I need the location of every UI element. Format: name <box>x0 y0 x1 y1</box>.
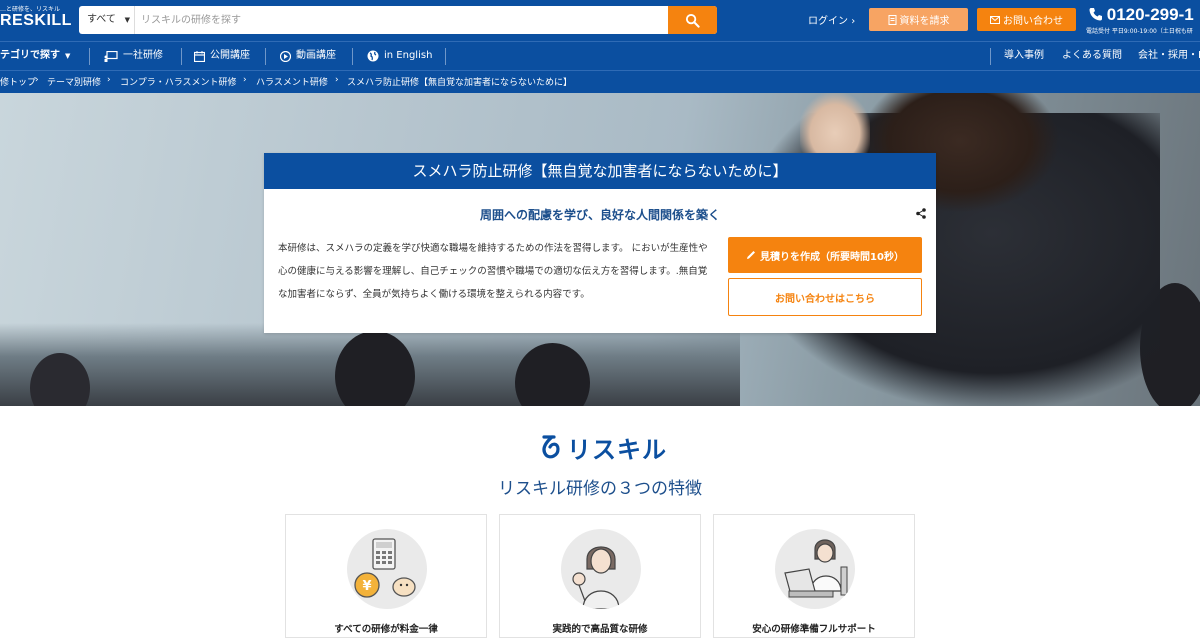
nav-english-label: in English <box>384 50 433 61</box>
top-header: …と研修を、リスキル RESKILL すべて ▼ ログイン › 資料を請求 <box>0 0 1200 41</box>
course-card: スメハラ防止研修【無自覚な加害者にならないために】 周囲への配慮を学び、良好な人… <box>264 153 936 333</box>
phone-hours: 電話受付 平日9:00-19:00（土日祝も研 <box>1086 28 1193 35</box>
breadcrumb-item[interactable]: テーマ別研修 <box>47 75 101 88</box>
chevron-down-icon: ▼ <box>65 52 71 60</box>
phone-label: 0120-299-1 <box>1106 5 1194 24</box>
breadcrumb-separator: › <box>107 75 111 85</box>
calculator-coin-icon: ¥ <box>347 529 427 609</box>
course-subtitle: 周囲への配慮を学び、良好な人間関係を築く <box>479 208 720 222</box>
search-category-select[interactable]: すべて ▼ <box>79 6 135 34</box>
feature-label: 安心の研修準備フルサポート <box>752 624 876 635</box>
nav-divider <box>89 48 90 65</box>
nav-divider <box>990 48 991 65</box>
search-input[interactable] <box>135 6 667 34</box>
instructor-ok-icon <box>561 529 641 609</box>
phone-number[interactable]: 0120-299-1 <box>1089 5 1194 25</box>
search-icon <box>685 13 700 28</box>
chevron-right-icon: › <box>851 16 856 27</box>
presentation-icon <box>104 50 118 62</box>
chevron-down-icon: ▼ <box>124 16 130 24</box>
nav-open-label: 公開講座 <box>210 50 250 61</box>
nav-company-label: 会社・採用・IF <box>1138 50 1200 61</box>
support-laptop-icon <box>775 529 855 609</box>
search-bar: すべて ▼ <box>79 6 717 34</box>
phone-icon <box>1089 8 1102 21</box>
globe-icon <box>367 50 379 62</box>
course-title: スメハラ防止研修【無自覚な加害者にならないために】 <box>264 153 936 189</box>
nav-open-courses[interactable]: 公開講座 <box>194 42 250 70</box>
play-circle-icon <box>280 50 291 62</box>
search-category-label: すべて <box>87 14 116 25</box>
estimate-label: 見積りを作成（所要時間10秒） <box>760 251 904 263</box>
search-button[interactable] <box>668 6 717 34</box>
calendar-icon <box>194 50 205 62</box>
breadcrumb: 修トップ › テーマ別研修 › コンプラ・ハラスメント研修 › ハラスメント研修… <box>0 70 1200 93</box>
breadcrumb-separator: › <box>35 75 39 85</box>
breadcrumb-item[interactable]: ハラスメント研修 <box>256 75 328 88</box>
doc-request-button[interactable]: 資料を請求 <box>869 8 968 31</box>
estimate-button[interactable]: 見積りを作成（所要時間10秒） <box>728 237 922 273</box>
feature-card: ¥ すべての研修が料金一律 <box>285 514 487 638</box>
nav-divider <box>265 48 266 65</box>
breadcrumb-separator: › <box>335 75 339 85</box>
inquiry-label: お問い合わせはこちら <box>775 293 875 305</box>
nav-video-courses[interactable]: 動画講座 <box>280 42 336 70</box>
nav-divider <box>445 48 446 65</box>
breadcrumb-item[interactable]: コンプラ・ハラスメント研修 <box>120 75 237 88</box>
features-title: リスキル研修の３つの特徴 <box>498 479 702 499</box>
brand-name: リスキル <box>567 435 667 464</box>
nav-case-label: 導入事例 <box>1004 50 1044 61</box>
nav-corporate-label: 一社研修 <box>123 50 163 61</box>
nav-category-search[interactable]: テゴリで探す ▼ <box>0 42 70 70</box>
login-label: ログイン <box>808 16 848 27</box>
document-icon <box>888 14 896 25</box>
svg-text:¥: ¥ <box>362 579 371 594</box>
nav-faq-label: よくある質問 <box>1062 50 1122 61</box>
contact-button[interactable]: お問い合わせ <box>977 8 1076 31</box>
pencil-icon <box>747 251 756 259</box>
nav-company[interactable]: 会社・採用・IF <box>1138 42 1200 70</box>
logo[interactable]: RESKILL <box>0 12 72 30</box>
nav-divider <box>352 48 353 65</box>
nav-corporate-training[interactable]: 一社研修 <box>104 42 163 70</box>
feature-label: すべての研修が料金一律 <box>334 624 438 635</box>
feature-card: 実践的で高品質な研修 <box>499 514 701 638</box>
contact-label: お問い合わせ <box>1003 16 1063 27</box>
brand-logo: リスキル <box>540 432 670 464</box>
nav-category-label: テゴリで探す <box>0 50 60 61</box>
feature-label: 実践的で高品質な研修 <box>552 624 648 635</box>
brand-mark-icon <box>542 435 560 459</box>
nav-divider <box>181 48 182 65</box>
main-nav: テゴリで探す ▼ 一社研修 公開講座 動画講座 in English 導入事例 … <box>0 41 1200 70</box>
breadcrumb-item[interactable]: 修トップ <box>0 75 36 88</box>
mail-icon <box>990 15 1000 24</box>
login-link[interactable]: ログイン › <box>808 12 855 27</box>
feature-card: 安心の研修準備フルサポート <box>713 514 915 638</box>
course-description: 本研修は、スメハラの定義を学び快適な職場を維持するための作法を習得します。 にお… <box>278 243 708 300</box>
breadcrumb-separator: › <box>243 75 247 85</box>
nav-video-label: 動画講座 <box>296 50 336 61</box>
share-icon[interactable] <box>916 208 926 219</box>
nav-faq[interactable]: よくある質問 <box>1062 42 1122 70</box>
breadcrumb-current: スメハラ防止研修【無自覚な加害者にならないために】 <box>347 78 573 88</box>
nav-case-studies[interactable]: 導入事例 <box>1004 42 1044 70</box>
nav-english[interactable]: in English <box>367 42 432 70</box>
inquiry-button[interactable]: お問い合わせはこちら <box>728 278 922 316</box>
doc-request-label: 資料を請求 <box>899 16 950 27</box>
